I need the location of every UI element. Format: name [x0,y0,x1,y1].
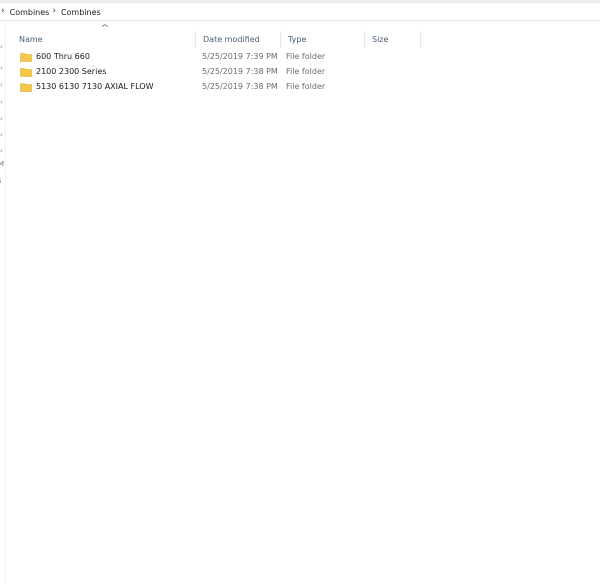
address-bar[interactable]: › Combines › Combines [0,4,600,21]
file-date-modified: 5/25/2019 7:39 PM [202,52,278,61]
column-header-name-label: Name [19,35,43,44]
column-header-name[interactable]: Name [12,31,196,48]
file-name: 2100 2300 Series [36,67,107,76]
file-explorer-window: › Combines › Combines › › › › › › › M S … [0,0,600,584]
folder-icon [20,67,32,77]
nav-expand-icon[interactable]: › [0,132,3,139]
file-list: 600 Thru 660 5/25/2019 7:39 PM File fold… [12,49,422,94]
file-row[interactable]: 2100 2300 Series 5/25/2019 7:38 PM File … [12,64,422,79]
column-header-row: ^ Name Date modified Type Size [12,22,422,48]
file-date-modified: 5/25/2019 7:38 PM [202,67,278,76]
breadcrumb-item-combines-parent[interactable]: Combines [8,7,52,18]
nav-item-partial[interactable]: S [0,178,1,185]
folder-icon [20,52,32,62]
folder-icon [20,82,32,92]
nav-expand-icon[interactable]: › [0,148,3,155]
file-name-cell[interactable]: 600 Thru 660 [20,49,90,64]
file-row[interactable]: 600 Thru 660 5/25/2019 7:39 PM File fold… [12,49,422,64]
breadcrumb-item-combines-current[interactable]: Combines [59,7,103,18]
file-name-cell[interactable]: 2100 2300 Series [20,64,106,79]
nav-expand-icon[interactable]: › [0,65,3,72]
file-name: 600 Thru 660 [36,52,90,61]
nav-expand-icon[interactable]: › [0,116,3,123]
nav-item-partial[interactable]: M [0,161,4,168]
title-bar-edge [0,0,600,3]
column-header-size-label: Size [372,35,389,44]
file-type: File folder [286,82,326,91]
chevron-right-icon[interactable]: › [52,6,56,16]
file-name-cell[interactable]: 5130 6130 7130 AXIAL FLOW [20,79,153,94]
file-type: File folder [286,67,326,76]
nav-expand-icon[interactable]: › [0,82,3,89]
nav-expand-icon[interactable]: › [0,44,3,51]
column-header-type[interactable]: Type [281,31,365,48]
column-header-type-label: Type [288,35,307,44]
chevron-right-icon[interactable]: › [1,6,5,16]
column-header-date-label: Date modified [203,35,260,44]
nav-expand-icon[interactable]: › [0,99,3,106]
file-row[interactable]: 5130 6130 7130 AXIAL FLOW 5/25/2019 7:38… [12,79,422,94]
file-date-modified: 5/25/2019 7:38 PM [202,82,278,91]
navigation-pane[interactable]: › › › › › › › M S J [0,22,6,584]
column-header-date-modified[interactable]: Date modified [196,31,281,48]
file-type: File folder [286,52,326,61]
file-name: 5130 6130 7130 AXIAL FLOW [36,82,154,91]
column-header-size[interactable]: Size [365,31,421,48]
